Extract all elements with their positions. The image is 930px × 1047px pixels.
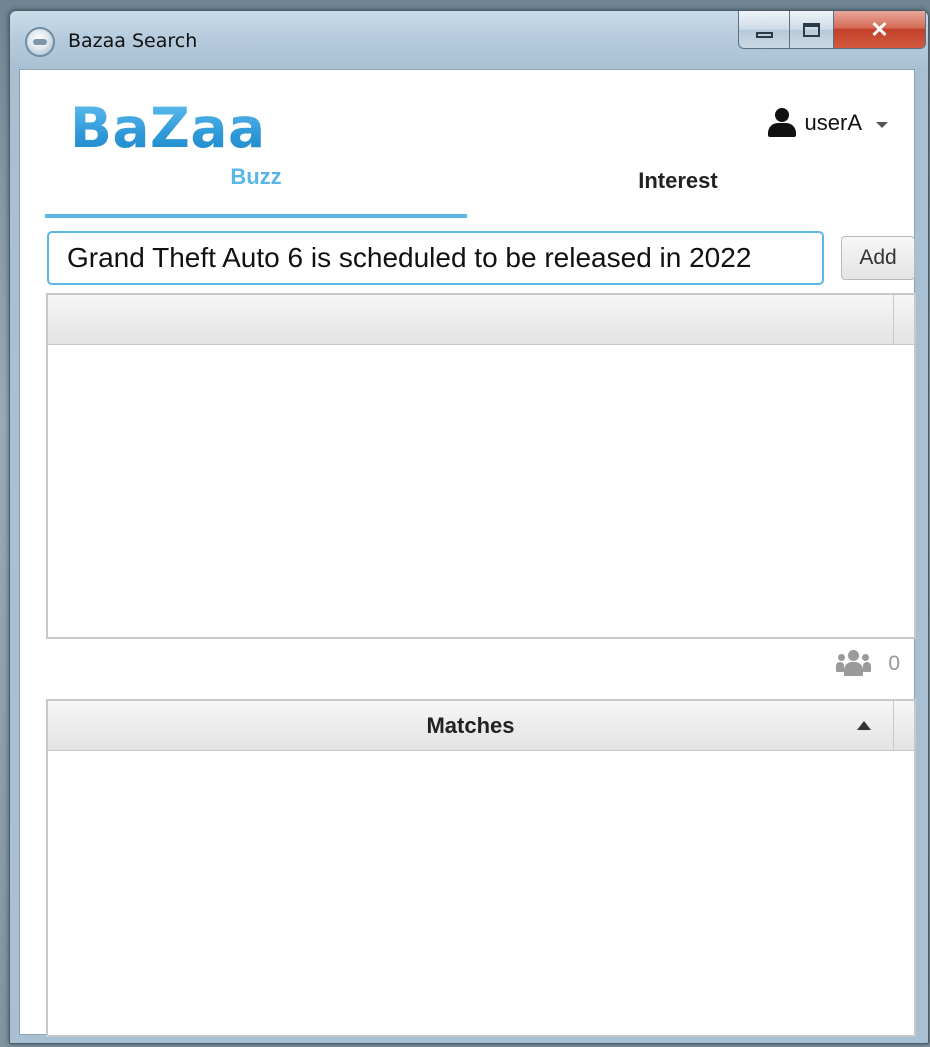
buzz-table — [46, 293, 916, 639]
client-area: BaZaa userA Buzz Interest Add — [19, 69, 917, 1037]
watchers-count: 0 — [888, 652, 900, 675]
tab-bar: Buzz Interest — [45, 158, 889, 218]
watchers-indicator: 0 — [836, 650, 900, 678]
buzz-table-header-cell[interactable] — [48, 295, 894, 344]
add-button[interactable]: Add — [841, 236, 915, 280]
buzz-input-row: Add — [47, 231, 917, 285]
close-button[interactable]: ✕ — [834, 11, 926, 49]
minimize-button[interactable] — [738, 11, 790, 49]
maximize-icon — [803, 22, 820, 37]
minimize-icon — [755, 31, 773, 38]
tab-interest[interactable]: Interest — [467, 158, 889, 218]
window-title: Bazaa Search — [68, 30, 198, 52]
title-bar[interactable]: Bazaa Search ✕ — [10, 11, 928, 68]
buzz-table-header — [48, 295, 914, 345]
user-icon — [767, 108, 797, 138]
sort-ascending-icon — [857, 721, 871, 730]
app-icon — [25, 27, 55, 57]
matches-header-label: Matches — [426, 712, 515, 738]
chevron-down-icon — [876, 121, 888, 128]
user-menu[interactable]: userA — [767, 108, 888, 138]
group-icon — [836, 650, 872, 678]
buzz-input[interactable] — [47, 231, 824, 285]
matches-column-header[interactable]: Matches — [48, 701, 894, 750]
window-controls: ✕ — [738, 11, 926, 49]
matches-table: Matches — [46, 699, 916, 1037]
app-window: Bazaa Search ✕ BaZaa userA Buzz Interest — [9, 10, 929, 1044]
user-name: userA — [804, 110, 862, 135]
app-logo: BaZaa — [70, 96, 266, 160]
tab-buzz[interactable]: Buzz — [45, 158, 467, 218]
close-icon: ✕ — [870, 16, 889, 42]
maximize-button[interactable] — [790, 11, 834, 49]
matches-table-header: Matches — [48, 701, 914, 751]
